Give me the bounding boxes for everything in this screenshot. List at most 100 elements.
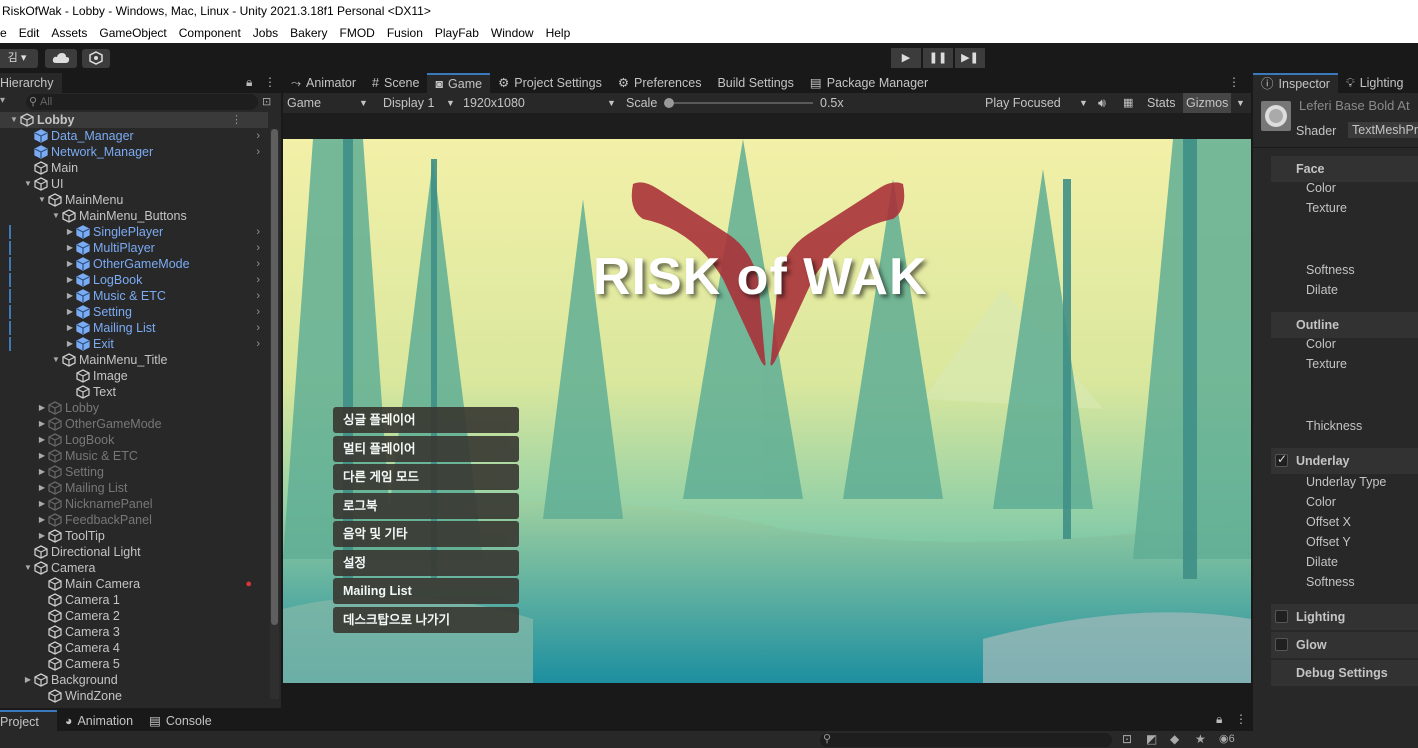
hierarchy-row[interactable]: Camera 3: [36, 624, 270, 640]
tab-build-settings[interactable]: Build Settings: [709, 73, 801, 93]
expand-arrow-icon[interactable]: ▼: [22, 560, 34, 576]
expand-arrow-icon[interactable]: ▶: [36, 464, 48, 480]
hierarchy-row[interactable]: ▶ Mailing List ›: [64, 320, 270, 336]
game-menu-button[interactable]: 다른 게임 모드: [333, 464, 519, 490]
game-menu-button[interactable]: Mailing List: [333, 578, 519, 604]
step-button[interactable]: ▶❚: [955, 48, 985, 68]
lock-icon[interactable]: 🔒︎: [246, 75, 252, 90]
hierarchy-row[interactable]: ▶ ToolTip: [36, 528, 270, 544]
section-header-underlay[interactable]: Underlay: [1271, 448, 1418, 474]
stats-grid-icon[interactable]: ▦: [1123, 93, 1133, 113]
expand-arrow-icon[interactable]: ▶: [64, 272, 76, 288]
hierarchy-row[interactable]: ▶ Background: [22, 672, 270, 688]
game-menu-button[interactable]: 멀티 플레이어: [333, 435, 519, 462]
hierarchy-row[interactable]: ▼ MainMenu: [36, 192, 270, 208]
open-prefab-chevron-icon[interactable]: ›: [256, 256, 260, 272]
hierarchy-row[interactable]: ▶ Exit ›: [64, 336, 270, 352]
hierarchy-row[interactable]: ▶ OtherGameMode: [36, 416, 270, 432]
hierarchy-row[interactable]: ▶ Setting ›: [64, 304, 270, 320]
expand-arrow-icon[interactable]: ▶: [64, 320, 76, 336]
lock-icon[interactable]: 🔒︎: [1216, 712, 1222, 727]
scale-slider[interactable]: [664, 98, 813, 108]
hierarchy-row[interactable]: ▼ Camera: [22, 560, 270, 576]
menu-item[interactable]: Window: [485, 23, 540, 43]
open-prefab-chevron-icon[interactable]: ›: [256, 288, 260, 304]
hierarchy-row[interactable]: ▼ MainMenu_Title: [50, 352, 270, 368]
menu-item[interactable]: Jobs: [247, 23, 284, 43]
tab-console[interactable]: ▤ Console: [141, 710, 220, 731]
menu-item[interactable]: Fusion: [381, 23, 429, 43]
menu-item[interactable]: Component: [173, 23, 247, 43]
menu-item[interactable]: Bakery: [284, 23, 333, 43]
expand-arrow-icon[interactable]: ▶: [36, 448, 48, 464]
menu-item[interactable]: Help: [540, 23, 577, 43]
pause-button[interactable]: ❚❚: [923, 48, 953, 68]
section-header-debug[interactable]: Debug Settings: [1271, 660, 1418, 686]
expand-arrow-icon[interactable]: ▼: [8, 112, 20, 128]
open-prefab-chevron-icon[interactable]: ›: [256, 320, 260, 336]
expand-arrow-icon[interactable]: ▶: [64, 288, 76, 304]
open-prefab-chevron-icon[interactable]: ›: [256, 224, 260, 240]
hierarchy-row[interactable]: Text: [64, 384, 270, 400]
tab-game[interactable]: ◙ Game: [427, 73, 491, 93]
project-search-input[interactable]: ⚲: [820, 733, 1112, 747]
hierarchy-row[interactable]: WindZone: [36, 688, 270, 704]
open-prefab-chevron-icon[interactable]: ›: [256, 240, 260, 256]
menu-item[interactable]: Assets: [45, 23, 93, 43]
hierarchy-row[interactable]: ▶ MultiPlayer ›: [64, 240, 270, 256]
tab-package-manager[interactable]: ▤ Package Manager: [802, 73, 936, 93]
hierarchy-row[interactable]: Camera 4: [36, 640, 270, 656]
hierarchy-row[interactable]: ▶ LogBook: [36, 432, 270, 448]
section-toggle-checkbox[interactable]: [1275, 610, 1288, 623]
hierarchy-row[interactable]: ▼ MainMenu_Buttons: [50, 208, 270, 224]
expand-arrow-icon[interactable]: ▼: [50, 352, 62, 368]
label-icon[interactable]: ◆: [1170, 732, 1179, 746]
play-focus-dropdown[interactable]: Play Focused: [985, 93, 1061, 113]
hierarchy-row[interactable]: Camera 2: [36, 608, 270, 624]
gizmos-toggle[interactable]: Gizmos: [1183, 93, 1232, 113]
hierarchy-row[interactable]: Image: [64, 368, 270, 384]
expand-arrow-icon[interactable]: ▶: [64, 304, 76, 320]
hierarchy-row[interactable]: ▶ Mailing List: [36, 480, 270, 496]
game-menu-button[interactable]: 로그북: [333, 492, 519, 519]
hierarchy-row[interactable]: Camera 1: [36, 592, 270, 608]
hierarchy-scrollbar[interactable]: [270, 129, 279, 699]
create-dropdown-icon[interactable]: ▾: [0, 95, 12, 106]
tab-animator[interactable]: ⤳ Animator: [283, 73, 364, 93]
game-menu-button[interactable]: 싱글 플레이어: [333, 407, 519, 433]
hierarchy-row[interactable]: ▶ NicknamePanel: [36, 496, 270, 512]
dropdown-arrow-icon[interactable]: ▼: [1236, 93, 1245, 113]
expand-arrow-icon[interactable]: ▶: [36, 432, 48, 448]
expand-arrow-icon[interactable]: ▶: [36, 496, 48, 512]
section-header-face[interactable]: Face: [1271, 156, 1418, 182]
menu-item[interactable]: FMOD: [334, 23, 381, 43]
expand-arrow-icon[interactable]: ▶: [36, 512, 48, 528]
menu-item[interactable]: e: [0, 23, 13, 43]
hierarchy-search-input[interactable]: ⚲ All: [26, 94, 258, 110]
hierarchy-row[interactable]: ▼ UI: [22, 176, 270, 192]
expand-arrow-icon[interactable]: ▼: [36, 192, 48, 208]
scale-slider-thumb[interactable]: [664, 98, 674, 108]
search-filter-icon[interactable]: ⊡: [262, 95, 271, 108]
menu-item[interactable]: PlayFab: [429, 23, 485, 43]
stats-toggle[interactable]: Stats: [1147, 93, 1176, 113]
more-options-icon[interactable]: ⋮: [264, 75, 276, 89]
expand-arrow-icon[interactable]: ▶: [36, 480, 48, 496]
tab-scene[interactable]: # Scene: [364, 73, 427, 93]
hierarchy-row[interactable]: ▶ FeedbackPanel: [36, 512, 270, 528]
hierarchy-row[interactable]: Main: [22, 160, 270, 176]
expand-arrow-icon[interactable]: ▶: [36, 528, 48, 544]
game-menu-button[interactable]: 설정: [333, 549, 519, 576]
hierarchy-row[interactable]: ▼ Lobby ⋮: [0, 112, 268, 128]
section-header-lighting[interactable]: Lighting: [1271, 604, 1418, 630]
hierarchy-row[interactable]: Data_Manager ›: [22, 128, 270, 144]
account-dropdown[interactable]: 김 ▾: [0, 49, 38, 68]
tab-animation[interactable]: ◕ Animation: [57, 710, 141, 731]
open-prefab-chevron-icon[interactable]: ›: [256, 144, 260, 160]
expand-arrow-icon[interactable]: ▶: [22, 672, 34, 688]
favorite-star-icon[interactable]: ★: [1195, 732, 1206, 746]
section-toggle-checkbox[interactable]: ✓: [1275, 452, 1288, 467]
open-prefab-chevron-icon[interactable]: ›: [256, 336, 260, 352]
hierarchy-row[interactable]: Main Camera ●: [36, 576, 270, 592]
expand-arrow-icon[interactable]: ▶: [64, 336, 76, 352]
